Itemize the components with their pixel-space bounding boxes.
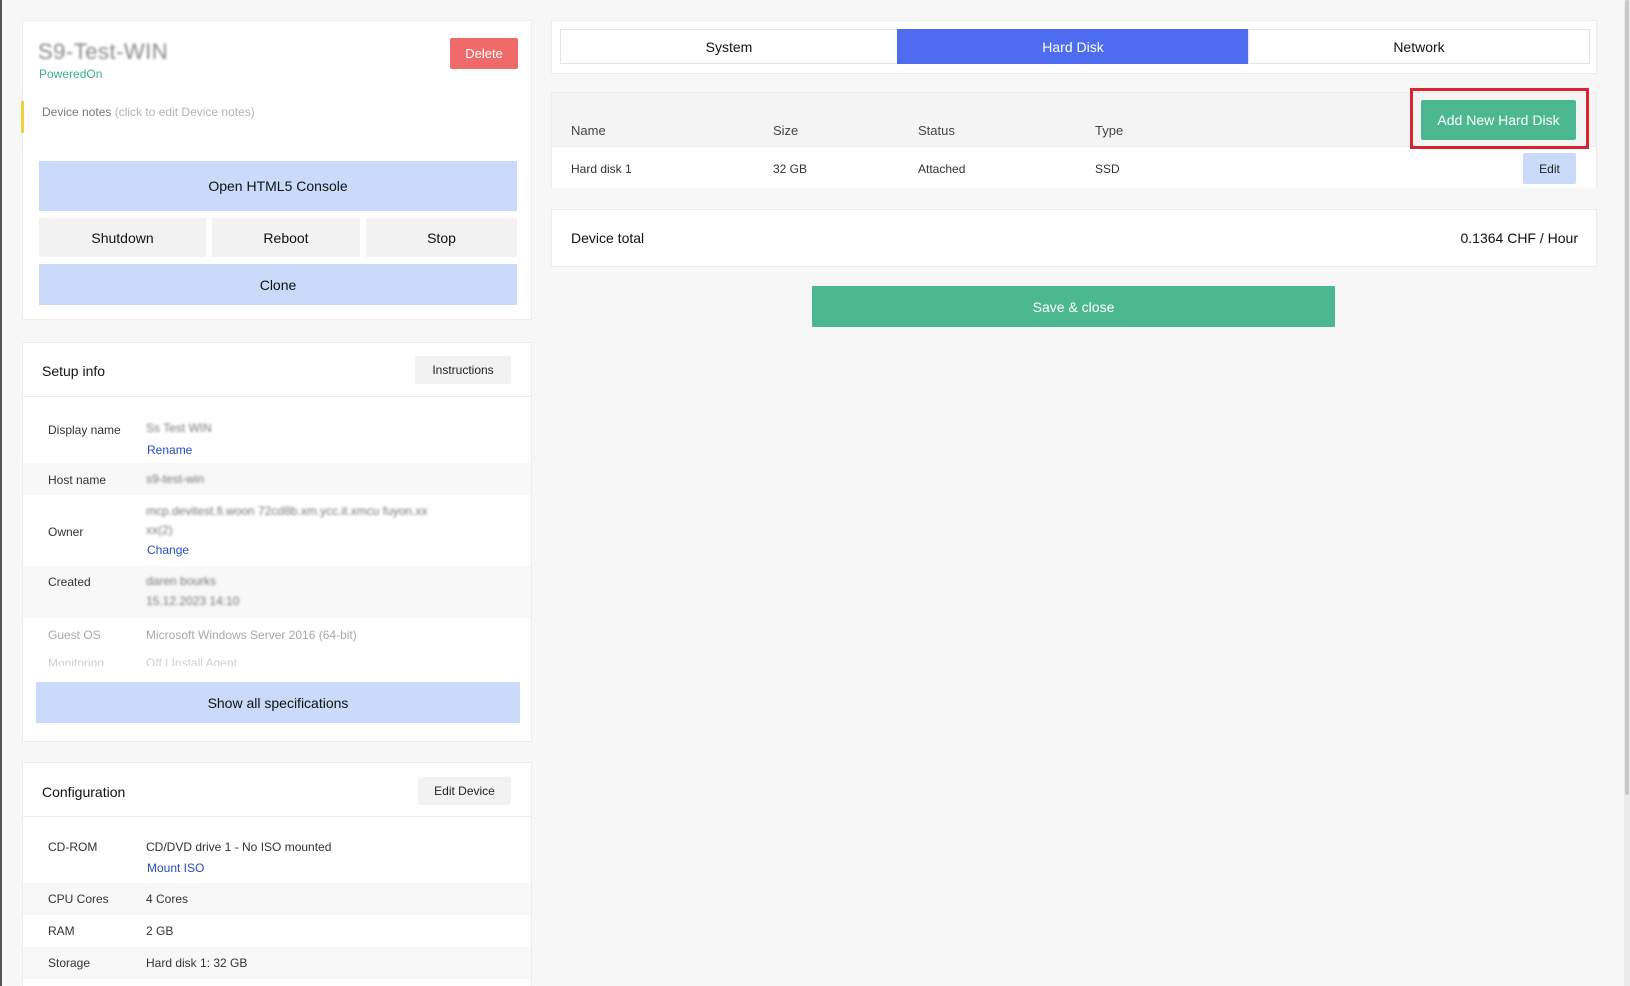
display-name-value: Ss Test WIN <box>146 421 212 435</box>
device-card: S9-Test-WIN PoweredOn Delete Device note… <box>21 20 532 320</box>
storage-value: Hard disk 1: 32 GB <box>146 956 248 970</box>
ram-value: 2 GB <box>146 924 174 938</box>
display-name-row: Display name Ss Test WIN Rename <box>23 397 531 463</box>
stop-button[interactable]: Stop <box>366 218 517 257</box>
tab-hard-disk[interactable]: Hard Disk <box>897 29 1249 64</box>
clone-button[interactable]: Clone <box>39 264 517 305</box>
column-header-status: Status <box>918 123 955 138</box>
disk-name: Hard disk 1 <box>571 162 632 176</box>
display-name-label: Display name <box>48 423 121 437</box>
device-notes-label: Device notes <box>42 105 112 119</box>
guest-os-row: Guest OS Microsoft Windows Server 2016 (… <box>23 618 531 650</box>
host-name-value: s9-test-win <box>146 472 205 486</box>
monitoring-value: Off | Install Agent <box>146 656 237 666</box>
cdrom-row: CD-ROM CD/DVD drive 1 - No ISO mounted M… <box>23 817 531 883</box>
table-row: Hard disk 1 32 GB Attached SSD Edit <box>552 146 1596 188</box>
shutdown-button[interactable]: Shutdown <box>39 218 206 257</box>
disk-type: SSD <box>1095 162 1120 176</box>
device-name: S9-Test-WIN <box>38 39 169 64</box>
disk-status: Attached <box>918 162 966 176</box>
guest-os-label: Guest OS <box>48 628 101 642</box>
change-owner-link[interactable]: Change <box>147 543 189 557</box>
created-row: Created daren bourks 15.12.2023 14:10 <box>23 566 531 618</box>
guest-os-value: Microsoft Windows Server 2016 (64-bit) <box>146 628 357 642</box>
owner-value: mcp.devitest.fi.woon 72cd8b.xm.ycc.it.xm… <box>146 504 428 518</box>
storage-label: Storage <box>48 956 91 970</box>
owner-label: Owner <box>48 525 84 539</box>
notes-marker <box>21 101 24 133</box>
device-notes-hint: (click to edit Device notes) <box>114 105 255 119</box>
device-total-value: 0.1364 CHF / Hour <box>1460 230 1579 246</box>
scrollbar-thumb[interactable] <box>1625 0 1629 795</box>
owner-value-continued: xx(2) <box>146 523 173 537</box>
column-header-type: Type <box>1095 123 1124 138</box>
tab-system[interactable]: System <box>560 29 898 64</box>
open-console-button[interactable]: Open HTML5 Console <box>39 161 517 211</box>
device-total-label: Device total <box>571 230 645 246</box>
ram-label: RAM <box>48 924 75 938</box>
created-date-value: 15.12.2023 14:10 <box>146 594 240 608</box>
host-name-row: Host name s9-test-win <box>23 463 531 495</box>
window-left-edge <box>0 0 2 986</box>
cpu-value: 4 Cores <box>146 892 189 906</box>
setup-info-title: Setup info <box>42 363 106 379</box>
edit-disk-button[interactable]: Edit <box>1523 153 1576 184</box>
disk-size: 32 GB <box>773 162 808 176</box>
created-by-value: daren bourks <box>146 574 217 588</box>
configuration-title: Configuration <box>42 784 126 800</box>
device-tabs: System Hard Disk Network <box>551 20 1597 74</box>
scrollbar[interactable] <box>1624 0 1630 986</box>
configuration-card: Configuration Edit Device CD-ROM CD/DVD … <box>22 762 532 986</box>
owner-row: Owner mcp.devitest.fi.woon 72cd8b.xm.ycc… <box>23 495 531 566</box>
hard-disk-table: Name Size Status Type Add New Hard Disk … <box>551 92 1597 188</box>
device-status: PoweredOn <box>39 67 103 81</box>
created-label: Created <box>48 575 91 589</box>
show-all-specifications-button[interactable]: Show all specifications <box>36 682 520 723</box>
host-name-label: Host name <box>48 473 107 487</box>
delete-button[interactable]: Delete <box>450 38 518 69</box>
monitoring-label: Monitoring <box>48 656 105 666</box>
device-total-card: Device total 0.1364 CHF / Hour <box>551 209 1597 267</box>
mount-iso-link[interactable]: Mount ISO <box>147 861 204 875</box>
cdrom-value: CD/DVD drive 1 - No ISO mounted <box>146 840 332 854</box>
column-header-size: Size <box>773 123 799 138</box>
add-new-hard-disk-button[interactable]: Add New Hard Disk <box>1421 100 1576 140</box>
setup-info-card: Setup info Instructions Display name Ss … <box>22 342 532 742</box>
cpu-label: CPU Cores <box>48 892 109 906</box>
rename-link[interactable]: Rename <box>147 443 192 457</box>
column-header-name: Name <box>571 123 606 138</box>
device-notes[interactable]: Device notes (click to edit Device notes… <box>42 105 255 119</box>
ram-row: RAM 2 GB <box>23 915 531 947</box>
reboot-button[interactable]: Reboot <box>212 218 360 257</box>
cdrom-label: CD-ROM <box>48 840 98 854</box>
edit-device-button[interactable]: Edit Device <box>418 777 511 805</box>
tab-network[interactable]: Network <box>1248 29 1590 64</box>
save-close-button[interactable]: Save & close <box>812 286 1335 327</box>
cpu-row: CPU Cores 4 Cores <box>23 883 531 915</box>
monitoring-row: Monitoring Off | Install Agent <box>23 650 531 666</box>
instructions-button[interactable]: Instructions <box>415 356 511 384</box>
storage-row: Storage Hard disk 1: 32 GB <box>23 947 531 979</box>
